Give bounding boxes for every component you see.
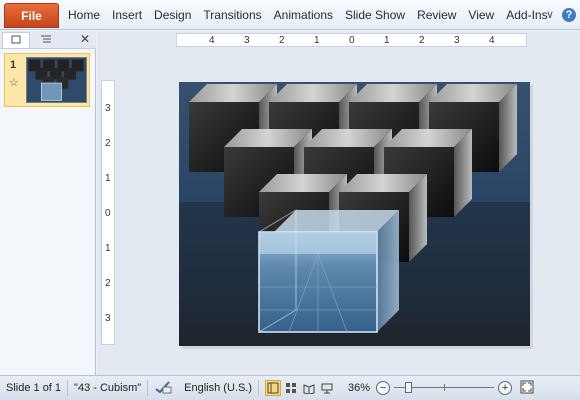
status-bar: Slide 1 of 1 "43 - Cubism" English (U.S.… (0, 375, 580, 400)
ruler-tick-label: 2 (105, 138, 111, 149)
slide-thumbnail[interactable] (26, 57, 87, 103)
ruler-tick-label: 3 (105, 103, 111, 114)
file-tab[interactable]: File (4, 3, 59, 28)
slide-show-icon (321, 383, 333, 394)
slides-tab[interactable] (2, 32, 30, 48)
ribbon-tab-design[interactable]: Design (148, 0, 197, 30)
slide-editing-area: 4 3 2 1 0 1 2 3 4 3 2 1 0 1 2 3 (97, 31, 580, 375)
ruler-tick-label: 4 (209, 35, 215, 46)
reading-view-icon (303, 384, 315, 394)
ruler-tick-label: 3 (454, 35, 460, 46)
ruler-tick-label: 2 (279, 35, 285, 46)
zoom-slider[interactable] (394, 380, 495, 396)
ruler-tick-label: 0 (349, 35, 355, 46)
ruler-tick-label: 3 (244, 35, 250, 46)
horizontal-ruler[interactable]: 4 3 2 1 0 1 2 3 4 (176, 33, 527, 47)
slide-number: 1 (10, 59, 17, 71)
status-separator (258, 380, 260, 396)
outline-tab-icon (41, 35, 51, 43)
zoom-slider-thumb[interactable] (405, 382, 413, 393)
ribbon-tab-home[interactable]: Home (62, 0, 106, 30)
ruler-tick-label: 1 (314, 35, 320, 46)
ribbon-tab-view[interactable]: View (462, 0, 500, 30)
slide-canvas[interactable] (179, 82, 530, 346)
ribbon-tab-review[interactable]: Review (411, 0, 462, 30)
ruler-tick-label: 1 (105, 173, 111, 184)
ruler-tick-label: 2 (105, 278, 111, 289)
slide-thumbnail-item[interactable]: 1 ☆ (4, 53, 90, 107)
ruler-tick-label: 1 (384, 35, 390, 46)
ribbon-tab-insert[interactable]: Insert (106, 0, 148, 30)
normal-view-button[interactable] (265, 380, 282, 396)
zoom-in-button[interactable]: + (498, 381, 513, 395)
fit-to-window-button[interactable] (512, 380, 540, 397)
normal-view-icon (267, 382, 279, 394)
ribbon-tabs: Home Insert Design Transitions Animations Sli… (62, 0, 554, 30)
thumbnail-image (27, 58, 86, 102)
ruler-tick-label: 4 (489, 35, 495, 46)
zoom-level[interactable]: 36% (336, 382, 376, 394)
slide-show-button[interactable] (319, 380, 335, 396)
slides-tab-icon (11, 35, 21, 44)
ribbon-tab-animations[interactable]: Animations (268, 0, 339, 30)
slides-pane: ✕ 1 ☆ (0, 31, 96, 375)
slide-artwork (179, 84, 530, 346)
fit-to-window-icon (520, 380, 534, 393)
ruler-tick-label: 0 (105, 208, 111, 219)
zoom-slider-midpoint (444, 384, 446, 391)
slide-sorter-icon (286, 383, 297, 393)
spell-check-icon[interactable] (148, 380, 178, 397)
ribbon-tab-slide-show[interactable]: Slide Show (339, 0, 411, 30)
help-icon[interactable]: ? (562, 8, 576, 22)
close-pane-icon[interactable]: ✕ (80, 32, 90, 46)
slide-sorter-button[interactable] (283, 380, 299, 396)
language-indicator[interactable]: English (U.S.) (178, 382, 258, 394)
zoom-out-button[interactable]: − (376, 381, 391, 395)
minimize-ribbon-icon[interactable]: ∨ (543, 8, 557, 22)
reading-view-button[interactable] (301, 380, 317, 396)
ruler-tick-label: 3 (105, 313, 111, 324)
ribbon-tab-bar: File Home Insert Design Transitions Animatio… (0, 0, 580, 30)
animation-star-icon: ☆ (9, 77, 19, 89)
slide-count: Slide 1 of 1 (6, 382, 62, 394)
pane-tabs: ✕ (0, 31, 96, 49)
ruler-tick-label: 2 (419, 35, 425, 46)
vertical-ruler[interactable]: 3 2 1 0 1 2 3 (101, 80, 115, 345)
glass-cube-image (258, 209, 399, 333)
outline-tab[interactable] (32, 32, 60, 48)
theme-name[interactable]: "43 - Cubism" (68, 382, 147, 394)
ruler-tick-label: 1 (105, 243, 111, 254)
ribbon-tab-transitions[interactable]: Transitions (197, 0, 267, 30)
